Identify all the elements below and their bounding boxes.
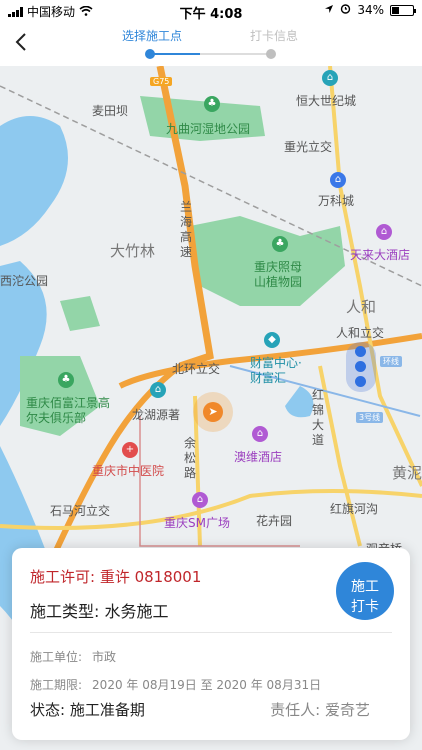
label-yusong: 余松路 bbox=[184, 436, 197, 480]
label-baifu: 重庆佰富江景高尔夫俱乐部 bbox=[26, 396, 111, 425]
unit-label: 施工单位: bbox=[30, 650, 83, 664]
label-huangni: 黄泥 bbox=[392, 464, 422, 482]
label-hongjin: 红锦大道 bbox=[312, 388, 325, 447]
lake bbox=[285, 386, 314, 418]
golf-icon: ♣ bbox=[58, 372, 74, 388]
label-aowei: 澳维酒店 bbox=[234, 450, 283, 464]
punch-label-line2: 打卡 bbox=[351, 597, 379, 614]
punch-in-button[interactable]: 施工 打卡 bbox=[336, 562, 394, 620]
period-label: 施工期限: bbox=[30, 678, 83, 692]
g75-badge: G75 bbox=[150, 77, 173, 86]
label-xituo: 西沱公园 bbox=[0, 274, 49, 288]
step-punch-info[interactable]: 打卡信息 bbox=[250, 27, 298, 44]
mall-icon-2: ⌂ bbox=[192, 492, 208, 508]
residence-icon-2: ⌂ bbox=[150, 382, 166, 398]
battery-percent: 34% bbox=[357, 3, 384, 17]
residence-icon: ⌂ bbox=[330, 172, 346, 188]
step-select-site[interactable]: 选择施工点 bbox=[122, 27, 182, 44]
location-arrow-icon bbox=[324, 3, 334, 17]
river-west bbox=[0, 116, 68, 246]
unit-value: 市政 bbox=[92, 650, 117, 664]
finance-icon: ◆ bbox=[264, 332, 280, 348]
label-jiuquhe: 九曲河湿地公园 bbox=[166, 122, 251, 136]
construction-type: 施工类型: 水务施工 bbox=[30, 602, 169, 621]
label-hongqi: 红旗河沟 bbox=[330, 502, 379, 516]
label-maitianba: 麦田坝 bbox=[92, 104, 129, 118]
battery-icon bbox=[390, 4, 416, 16]
label-renhe: 人和 bbox=[346, 298, 377, 316]
park-small bbox=[60, 296, 100, 331]
period-value: 2020 年 08月19日 至 2020 年 08月31日 bbox=[92, 678, 322, 692]
status-text: 状态: 施工准备期 bbox=[30, 701, 145, 719]
site-info-card: 施工许可: 重许 0818001 施工类型: 水务施工 施工 打卡 施工单位: 市… bbox=[12, 548, 410, 740]
label-zhaomu: 重庆照母山植物园 bbox=[254, 260, 303, 289]
label-tianlai: 天来大酒店 bbox=[350, 248, 411, 262]
nav-bar: 选择施工点 打卡信息 bbox=[0, 22, 422, 66]
punch-label-line1: 施工 bbox=[351, 577, 379, 594]
step-track-active bbox=[148, 53, 200, 55]
label-zhongyi: 重庆市中医院 bbox=[92, 464, 165, 478]
line3-badge: 3号线 bbox=[356, 412, 384, 423]
label-wanke: 万科城 bbox=[318, 194, 355, 208]
label-caifu: 财富中心·财富汇 bbox=[250, 356, 302, 385]
alarm-icon bbox=[340, 3, 351, 17]
unit-row: 施工单位: 市政 bbox=[30, 648, 116, 665]
ring-badge: 环线 bbox=[380, 356, 402, 367]
hotel-icon-2: ⌂ bbox=[252, 426, 268, 442]
label-longhu: 龙湖源著 bbox=[132, 408, 181, 422]
metro-dot bbox=[355, 346, 366, 357]
permit-number: 施工许可: 重许 0818001 bbox=[30, 568, 202, 586]
hotel-icon: ⌂ bbox=[376, 224, 392, 240]
back-button[interactable] bbox=[10, 30, 34, 54]
back-arrow-icon bbox=[15, 33, 26, 51]
metro-dot bbox=[355, 376, 366, 387]
step-dot-next bbox=[266, 49, 276, 59]
hospital-icon: + bbox=[122, 442, 138, 458]
label-huahui: 花卉园 bbox=[256, 514, 293, 528]
label-renhe-lijiao: 人和立交 bbox=[336, 326, 385, 340]
metro-dot bbox=[355, 361, 366, 372]
owner-text: 责任人: 爱奇艺 bbox=[270, 701, 370, 719]
label-hengda: 恒大世纪城 bbox=[296, 94, 357, 108]
park-icon: ♣ bbox=[204, 96, 220, 112]
road-east bbox=[328, 66, 422, 487]
navigation-arrow-icon: ➤ bbox=[203, 402, 223, 422]
label-beihuan: 北环立交 bbox=[172, 362, 221, 376]
label-sm: 重庆SM广场 bbox=[164, 516, 230, 530]
garden-icon: ♣ bbox=[272, 236, 288, 252]
label-daxing: 大竹林 bbox=[110, 242, 156, 260]
mall-icon: ⌂ bbox=[322, 70, 338, 86]
period-row: 施工期限: 2020 年 08月19日 至 2020 年 08月31日 bbox=[30, 676, 321, 693]
label-shimahe: 石马河立交 bbox=[50, 504, 111, 518]
label-chongguang: 重光立交 bbox=[284, 140, 333, 154]
current-location-marker[interactable]: ➤ bbox=[193, 392, 233, 432]
metro-station-cluster[interactable] bbox=[346, 342, 376, 392]
card-divider bbox=[30, 632, 392, 633]
label-lanhai: 兰海高速 bbox=[180, 200, 193, 259]
status-bar: 中国移动 下午 4:08 34% bbox=[0, 0, 422, 22]
road-hongjin bbox=[318, 365, 362, 547]
step-dot-current bbox=[145, 49, 155, 59]
status-bar-right: 34% bbox=[324, 3, 416, 17]
